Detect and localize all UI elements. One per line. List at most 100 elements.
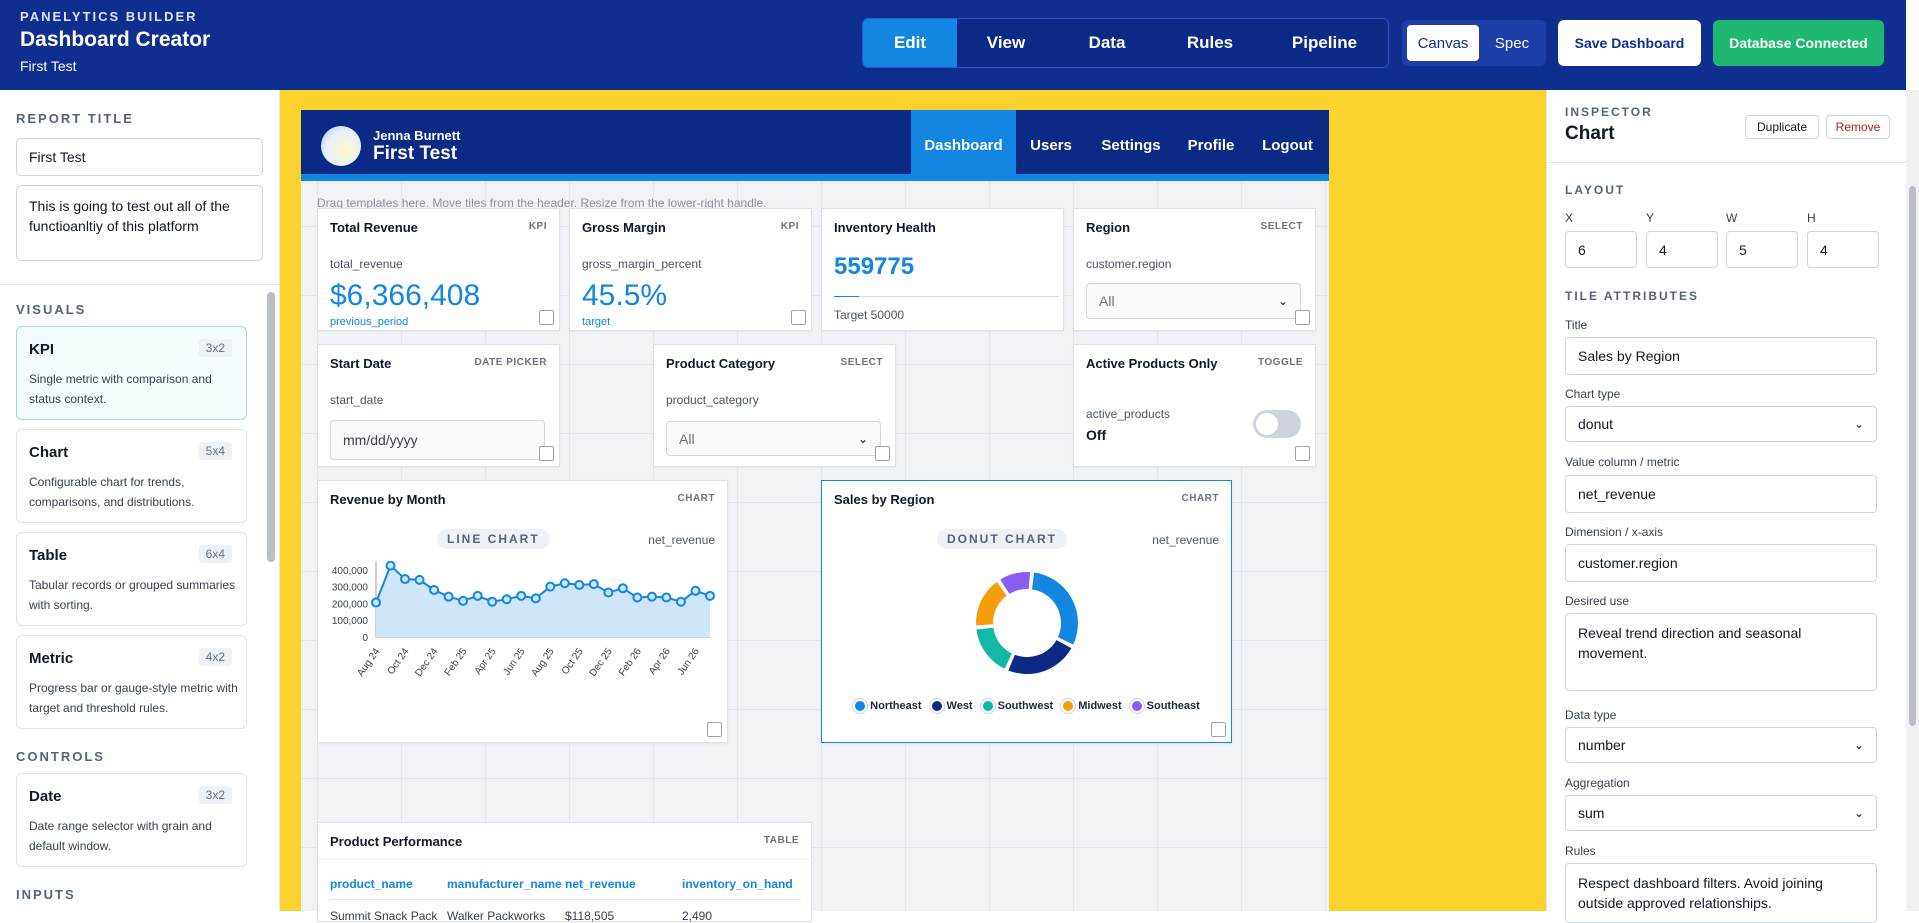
layout-w-input[interactable]: 5 (1726, 231, 1798, 268)
table-header[interactable]: manufacturer_name (447, 877, 562, 891)
chart-type-select[interactable]: donut ⌄ (1565, 406, 1877, 442)
template-title: Metric (29, 650, 74, 667)
resize-handle[interactable] (1295, 446, 1310, 461)
table-header[interactable]: inventory_on_hand (682, 877, 793, 891)
resize-handle[interactable] (791, 310, 806, 325)
report-title-input[interactable]: First Test (16, 138, 263, 176)
report-nav-settings[interactable]: Settings (1086, 110, 1176, 181)
tab-edit[interactable]: Edit (863, 19, 957, 67)
tile-field: product_category (666, 393, 759, 407)
remove-button[interactable]: Remove (1826, 115, 1890, 139)
duplicate-button[interactable]: Duplicate (1745, 115, 1819, 139)
select-value: number (1578, 737, 1626, 753)
template-size: 5x4 (198, 442, 232, 460)
template-table[interactable]: Table 6x4 Tabular records or grouped sum… (16, 532, 247, 626)
tile-kind: CHART (677, 493, 715, 504)
tab-view[interactable]: View (957, 19, 1055, 67)
x-tick-label: Jun 25 (501, 646, 527, 677)
start-date-input[interactable]: mm/dd/yyyy (330, 420, 545, 460)
scrollbar-thumb[interactable] (1909, 186, 1916, 726)
dimension-input[interactable]: customer.region (1565, 544, 1877, 582)
visuals-label: VISUALS (16, 302, 87, 317)
tile-active-products[interactable]: Active Products Only TOGGLE active_produ… (1073, 344, 1316, 467)
report-description-input[interactable]: This is going to test out all of the fun… (16, 185, 263, 261)
legend-swatch (1061, 699, 1076, 713)
resize-handle[interactable] (707, 722, 722, 737)
left-scrollbar[interactable] (267, 292, 275, 562)
title-field-label: Title (1565, 318, 1588, 332)
kpi-comparison: target (582, 316, 611, 328)
template-kpi[interactable]: KPI 3x2 Single metric with comparison an… (16, 326, 247, 420)
resize-handle[interactable] (539, 446, 554, 461)
data-point (545, 581, 556, 592)
table-cell: $118,505 (565, 909, 615, 923)
tab-rules[interactable]: Rules (1159, 19, 1261, 67)
rules-input[interactable]: Respect dashboard filters. Avoid joining… (1565, 863, 1877, 923)
canvas-toggle[interactable]: Canvas (1407, 25, 1479, 61)
tile-revenue-by-month[interactable]: Revenue by Month CHART LINE CHART net_re… (317, 480, 728, 743)
aggregation-select[interactable]: sum ⌄ (1565, 795, 1877, 831)
data-point (661, 592, 672, 603)
tile-kind: TOGGLE (1257, 357, 1303, 368)
resize-handle[interactable] (539, 310, 554, 325)
chevron-down-icon: ⌄ (1277, 294, 1288, 308)
report-nav-logout[interactable]: Logout (1246, 110, 1329, 181)
legend-label: Southwest (997, 700, 1054, 712)
save-dashboard-button[interactable]: Save Dashboard (1558, 20, 1701, 66)
inspector-scrollbar[interactable] (1906, 90, 1919, 911)
tile-gross-margin[interactable]: Gross Margin KPI gross_margin_percent 45… (569, 208, 812, 331)
layout-w-label: W (1726, 211, 1738, 225)
divider (0, 284, 280, 285)
active-products-toggle[interactable] (1253, 410, 1301, 438)
region-select[interactable]: All ⌄ (1086, 283, 1301, 319)
tile-region[interactable]: Region SELECT customer.region All ⌄ (1073, 208, 1316, 331)
report-nav-users[interactable]: Users (1016, 110, 1086, 181)
layout-y-input[interactable]: 4 (1646, 231, 1718, 268)
value-column-input[interactable]: net_revenue (1565, 475, 1877, 513)
layout-x-input[interactable]: 6 (1565, 231, 1637, 268)
tile-kind: DATE PICKER (474, 357, 547, 368)
product-category-select[interactable]: All ⌄ (666, 421, 881, 456)
x-tick-label: Dec 25 (588, 646, 615, 679)
report-header: Jenna Burnett First Test Dashboard Users… (301, 110, 1329, 181)
select-value: All (679, 430, 695, 447)
desired-use-label: Desired use (1565, 594, 1630, 608)
template-desc: Single metric with comparison and status… (29, 372, 212, 406)
resize-handle[interactable] (875, 446, 890, 461)
tab-data[interactable]: Data (1055, 19, 1159, 67)
spec-toggle[interactable]: Spec (1482, 25, 1542, 61)
data-type-select[interactable]: number ⌄ (1565, 727, 1877, 763)
layout-h-input[interactable]: 4 (1807, 231, 1879, 268)
data-point (429, 584, 440, 595)
title-input[interactable]: Sales by Region (1565, 337, 1877, 375)
chart-type-pill: LINE CHART (437, 529, 550, 549)
tile-start-date[interactable]: Start Date DATE PICKER start_date mm/dd/… (317, 344, 560, 467)
tile-sales-by-region[interactable]: Sales by Region CHART DONUT CHART net_re… (821, 480, 1232, 743)
tab-pipeline[interactable]: Pipeline (1261, 19, 1388, 67)
tile-inventory-health[interactable]: Inventory Health 559775 Target 50000 (821, 208, 1064, 331)
data-point (487, 596, 498, 607)
table-cell: Walker Packworks (447, 909, 546, 923)
donut-chart (974, 570, 1080, 676)
tile-kind: SELECT (840, 357, 883, 368)
database-connected-button[interactable]: Database Connected (1713, 20, 1884, 66)
tile-product-category[interactable]: Product Category SELECT product_category… (653, 344, 896, 467)
legend-item: Southeast (1129, 699, 1200, 713)
report-nav-profile[interactable]: Profile (1176, 110, 1246, 181)
template-chart[interactable]: Chart 5x4 Configurable chart for trends,… (16, 429, 247, 523)
table-cell: Summit Snack Pack (330, 909, 438, 923)
resize-handle[interactable] (1295, 310, 1310, 325)
data-point (603, 587, 614, 598)
template-date[interactable]: Date 3x2 Date range selector with grain … (16, 773, 247, 867)
data-point (574, 579, 585, 590)
desired-use-input[interactable]: Reveal trend direction and seasonal move… (1565, 613, 1877, 691)
template-metric[interactable]: Metric 4x2 Progress bar or gauge-style m… (16, 635, 247, 729)
report-nav-dashboard[interactable]: Dashboard (911, 110, 1016, 181)
legend-item: Northeast (853, 699, 922, 713)
resize-handle[interactable] (1211, 722, 1226, 737)
table-header[interactable]: net_revenue (565, 877, 636, 891)
tile-total-revenue[interactable]: Total Revenue KPI total_revenue $6,366,4… (317, 208, 560, 331)
tile-product-performance[interactable]: Product Performance TABLE product_name m… (317, 822, 813, 923)
table-header[interactable]: product_name (330, 877, 413, 891)
legend-item: Southwest (980, 699, 1054, 713)
